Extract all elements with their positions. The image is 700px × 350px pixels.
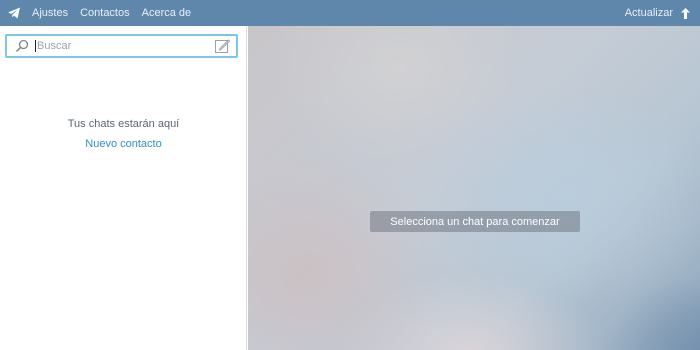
sidebar: Tus chats estarán aquí Nuevo contacto: [0, 26, 247, 350]
text-caret: [35, 40, 36, 52]
compose-icon[interactable]: [214, 38, 230, 54]
top-bar: Ajustes Contactos Acerca de Actualizar: [0, 0, 700, 26]
new-contact-link[interactable]: Nuevo contacto: [0, 138, 247, 150]
empty-chats-text: Tus chats estarán aquí: [67, 118, 180, 130]
menu-about[interactable]: Acerca de: [142, 7, 192, 19]
search-input[interactable]: [37, 37, 214, 55]
telegram-plane-icon[interactable]: [4, 3, 24, 23]
update-label: Actualizar: [624, 7, 673, 19]
chat-area: Selecciona un chat para comenzar: [248, 26, 700, 350]
search-box[interactable]: [5, 34, 238, 58]
update-button[interactable]: Actualizar: [625, 7, 690, 19]
arrow-up-icon: [681, 7, 690, 19]
menu-settings[interactable]: Ajustes: [32, 7, 68, 19]
menu-contacts[interactable]: Contactos: [80, 7, 130, 19]
select-chat-message: Selecciona un chat para comenzar: [370, 211, 580, 232]
search-icon: [15, 39, 29, 53]
